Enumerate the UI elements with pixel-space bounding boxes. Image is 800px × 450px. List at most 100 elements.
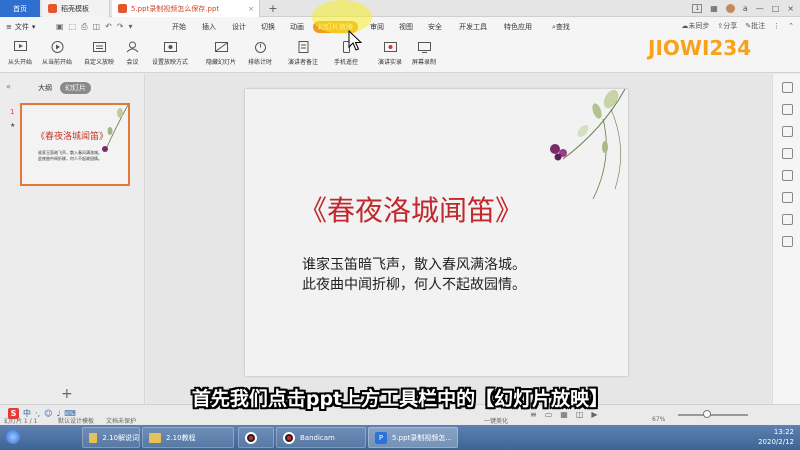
animation-icon[interactable] bbox=[782, 148, 793, 159]
hide-slide-label: 隐藏幻灯片 bbox=[206, 59, 237, 66]
chevron-down-icon[interactable]: ▾ bbox=[129, 22, 133, 32]
record-lecture-button[interactable]: 演讲实录 bbox=[378, 41, 402, 66]
tab-home[interactable]: 首页 bbox=[0, 0, 40, 17]
tab-template[interactable]: 稻壳模板 bbox=[42, 0, 110, 17]
right-sidebar bbox=[772, 74, 800, 404]
play-from-start-label: 从头开始 bbox=[8, 59, 33, 66]
record-lecture-icon bbox=[383, 42, 397, 52]
sorter-view-icon[interactable]: ▦ bbox=[560, 410, 568, 419]
backup-status[interactable]: 文档未保护 bbox=[106, 416, 136, 425]
taskbar-item-bandicam[interactable]: Bandicam bbox=[276, 427, 366, 448]
tab-insert[interactable]: 插入 bbox=[202, 22, 216, 32]
watermark-logo: JIOWI234 bbox=[648, 36, 752, 60]
clock-time: 13:22 bbox=[773, 428, 794, 436]
transition-icon[interactable] bbox=[782, 170, 793, 181]
taskbar-item-script[interactable]: 2.10解说词 bbox=[82, 427, 140, 448]
zoom-slider[interactable] bbox=[678, 414, 748, 416]
more-icon[interactable]: ⋮ bbox=[773, 22, 780, 30]
search-box[interactable]: ⌕查找 bbox=[552, 22, 570, 32]
slide-editor[interactable]: 《春夜洛城闻笛》 谁家玉笛暗飞声，散入春风满洛城。 此夜曲中闻折柳，何人不起故园… bbox=[245, 89, 628, 376]
tab-developer[interactable]: 开发工具 bbox=[459, 22, 487, 32]
setup-show-button[interactable]: 设置放映方式 bbox=[152, 41, 188, 66]
maximize-icon[interactable]: □ bbox=[772, 4, 780, 13]
grid-icon[interactable]: ▦ bbox=[710, 4, 718, 13]
system-tray-clock[interactable]: 13:22 2020/2/12 bbox=[758, 427, 794, 447]
speaker-notes-button[interactable]: 演讲者备注 bbox=[288, 41, 318, 66]
taskbar-item-recorder[interactable] bbox=[238, 427, 274, 448]
tab-animation[interactable]: 动画 bbox=[290, 22, 304, 32]
new-tab-button[interactable]: + bbox=[264, 0, 282, 17]
screen-record-button[interactable]: 屏幕录制 bbox=[412, 41, 436, 66]
taskbar-item-label: 2.10解说词 bbox=[102, 433, 139, 442]
preview-icon[interactable]: ◫ bbox=[93, 22, 101, 32]
view-tabs: 大纲 幻灯片 bbox=[38, 82, 91, 94]
shape-icon[interactable] bbox=[782, 126, 793, 137]
new-tab-label: + bbox=[268, 2, 278, 15]
custom-show-button[interactable]: 自定义放映 bbox=[84, 41, 114, 66]
avatar[interactable] bbox=[725, 4, 735, 13]
share-button[interactable]: ⇪分享 bbox=[717, 21, 737, 31]
tab-home-ribbon[interactable]: 开始 bbox=[172, 22, 186, 32]
collapse-panel-icon[interactable]: « bbox=[6, 82, 11, 91]
hamburger-icon: ≡ bbox=[6, 23, 12, 31]
zoom-slider-handle[interactable] bbox=[703, 410, 711, 418]
file-menu[interactable]: ≡ 文件 ▾ bbox=[6, 22, 35, 32]
folder-icon bbox=[149, 432, 161, 443]
notes-icon bbox=[298, 41, 308, 53]
reading-view-icon[interactable]: ◫ bbox=[576, 410, 584, 419]
meeting-button[interactable]: 会议 bbox=[126, 41, 139, 66]
layout-icon[interactable] bbox=[782, 214, 793, 225]
taskbar-item-tutorial[interactable]: 2.10教程 bbox=[142, 427, 234, 448]
print-icon[interactable]: ⎙ bbox=[81, 22, 87, 32]
custom-show-label: 自定义放映 bbox=[84, 59, 115, 66]
record-icon bbox=[283, 431, 295, 444]
tab-view[interactable]: 视图 bbox=[399, 22, 413, 32]
tab-features[interactable]: 特色应用 bbox=[504, 22, 532, 32]
comment-label: 批注 bbox=[751, 22, 766, 30]
sync-status[interactable]: ☁未同步 bbox=[681, 21, 709, 31]
backup-icon[interactable] bbox=[782, 192, 793, 203]
notes-view-icon[interactable]: ≡ bbox=[530, 410, 537, 419]
slide-line-1: 谁家玉笛暗飞声，散入春风满洛城。 bbox=[302, 257, 526, 273]
beautify-button[interactable]: 一键美化 bbox=[484, 416, 508, 425]
tab-outline[interactable]: 大纲 bbox=[38, 83, 52, 93]
minimize-icon[interactable]: — bbox=[756, 4, 764, 13]
comment-button[interactable]: ✎批注 bbox=[745, 21, 765, 31]
title-tab-bar: 首页 稻壳模板 5.ppt录制视频怎么保存.ppt × + 1 ▦ a — □ … bbox=[0, 0, 800, 17]
tab-review[interactable]: 审阅 bbox=[370, 22, 384, 32]
stopwatch-icon bbox=[254, 42, 266, 53]
ppt-file-icon bbox=[118, 4, 127, 13]
play-view-icon[interactable]: ▶ bbox=[591, 410, 597, 419]
taskbar-item-wps[interactable]: P 5.ppt录制视频怎... bbox=[368, 427, 458, 448]
screen-record-icon bbox=[417, 42, 431, 53]
property-icon[interactable] bbox=[782, 82, 793, 93]
hide-slide-button[interactable]: 隐藏幻灯片 bbox=[206, 41, 236, 66]
tab-document[interactable]: 5.ppt录制视频怎么保存.ppt × bbox=[112, 0, 260, 17]
rehearse-timing-button[interactable]: 排练计时 bbox=[248, 41, 272, 66]
click-highlight bbox=[312, 0, 372, 34]
share-panel-icon[interactable] bbox=[782, 236, 793, 247]
play-from-current-button[interactable]: 从当前开始 bbox=[42, 41, 72, 66]
tab-transition[interactable]: 切换 bbox=[261, 22, 275, 32]
save-icon[interactable]: ▣ bbox=[56, 22, 64, 32]
tab-template-label: 稻壳模板 bbox=[61, 4, 89, 13]
hide-slide-icon bbox=[214, 42, 228, 52]
export-icon[interactable]: ⬚ bbox=[69, 22, 77, 32]
record-icon bbox=[245, 431, 257, 444]
window-close-icon[interactable]: × bbox=[787, 4, 794, 13]
undo-icon[interactable]: ↶ bbox=[105, 22, 112, 32]
screen-record-label: 屏幕录制 bbox=[412, 59, 437, 66]
slide-thumbnail[interactable]: 《春夜洛城闻笛》 谁家玉笛暗飞声，散入春风满洛城。 此夜曲中闻折柳，何人不起故园… bbox=[20, 103, 130, 186]
play-from-start-button[interactable]: 从头开始 bbox=[8, 41, 32, 66]
collapse-ribbon-icon[interactable]: ⌃ bbox=[788, 22, 794, 30]
play-start-icon bbox=[13, 41, 27, 51]
design-icon[interactable] bbox=[782, 104, 793, 115]
redo-icon[interactable]: ↷ bbox=[117, 22, 124, 32]
close-icon[interactable]: × bbox=[248, 5, 254, 13]
zoom-level[interactable]: 67% bbox=[652, 416, 665, 423]
normal-view-icon[interactable]: ▭ bbox=[545, 410, 553, 419]
tab-security[interactable]: 安全 bbox=[428, 22, 442, 32]
windows-start-icon[interactable] bbox=[6, 430, 20, 444]
tab-slides[interactable]: 幻灯片 bbox=[60, 82, 91, 94]
tab-design[interactable]: 设计 bbox=[232, 22, 246, 32]
